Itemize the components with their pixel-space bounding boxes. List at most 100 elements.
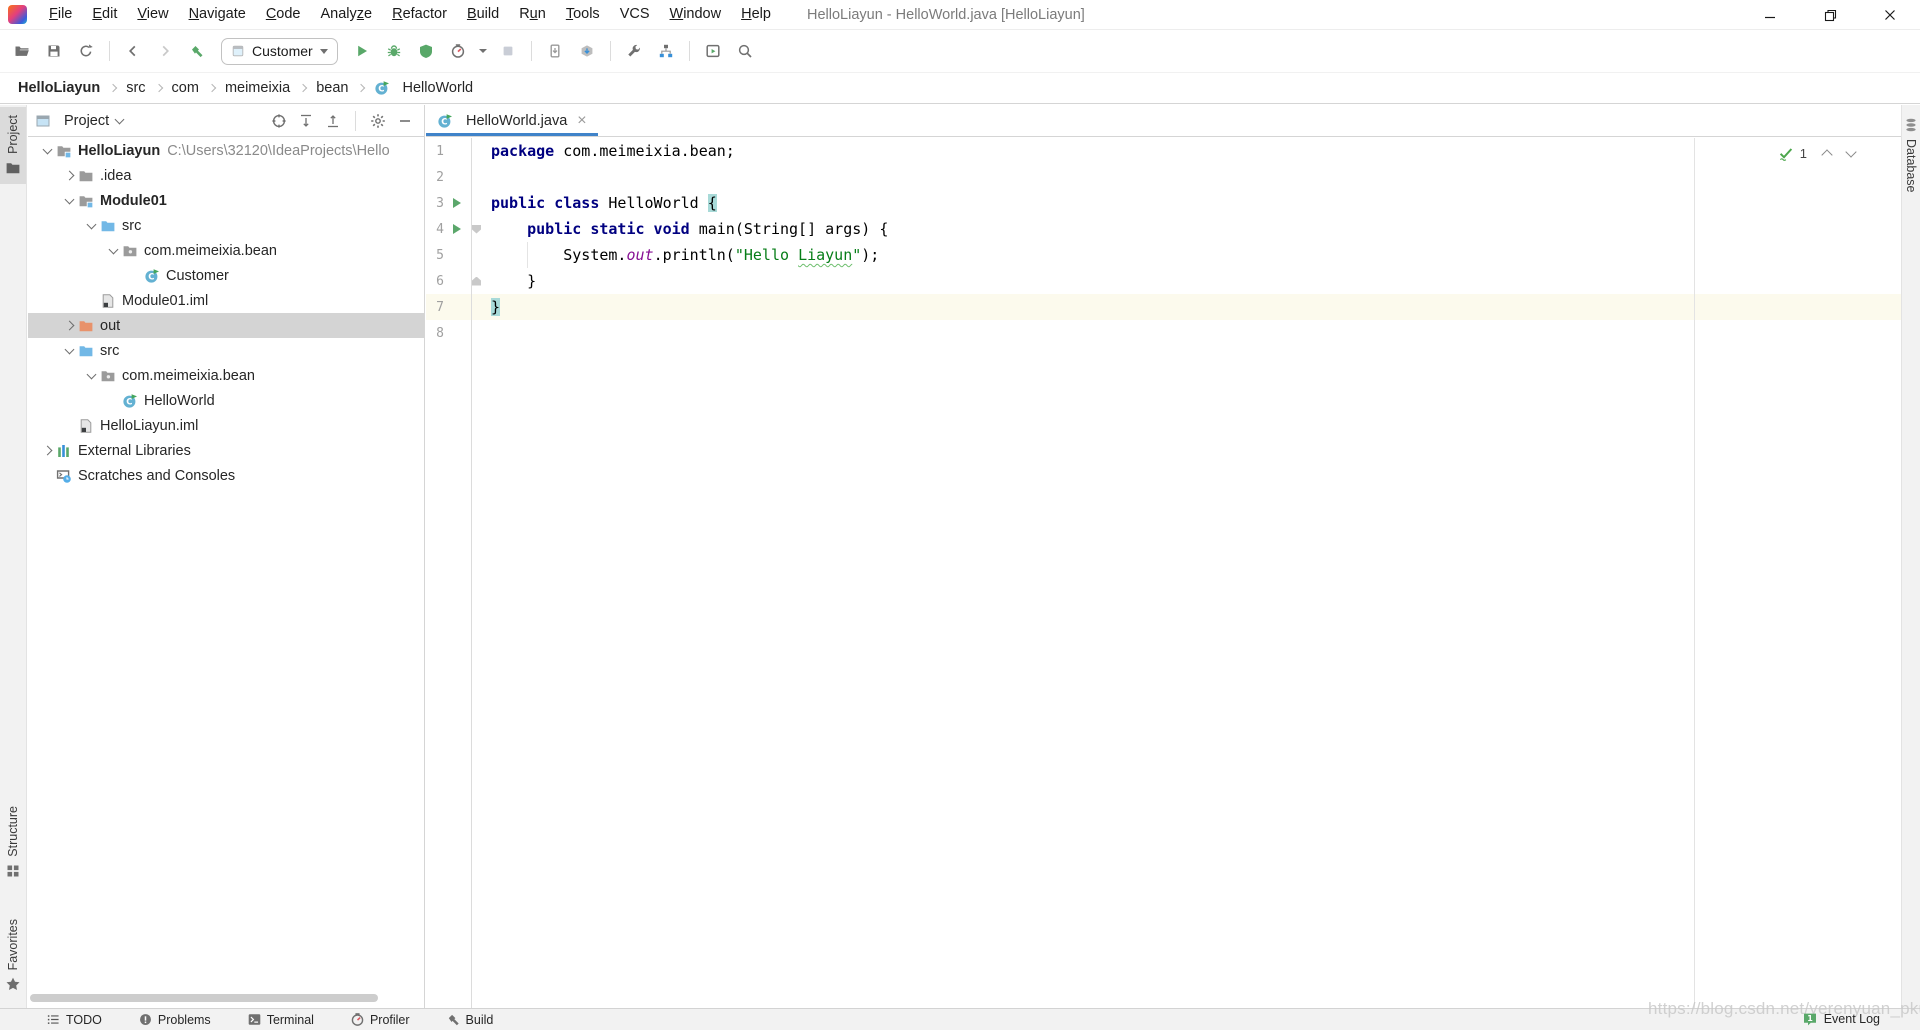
breadcrumb-item-helloworld[interactable]: CHelloWorld — [374, 80, 473, 96]
menu-item-view[interactable]: View — [127, 0, 178, 29]
chevron-down-icon[interactable] — [104, 242, 122, 260]
tool-window-button-database[interactable]: Database — [1902, 109, 1920, 201]
menu-item-window[interactable]: Window — [660, 0, 732, 29]
chevron-down-icon[interactable] — [82, 367, 100, 385]
tree-item-com-meimeixia-bean[interactable]: com.meimeixia.bean — [28, 363, 424, 388]
tree-item-module01[interactable]: Module01 — [28, 188, 424, 213]
editor-area[interactable]: C HelloWorld.java × 1package com.meimeix… — [426, 105, 1901, 1008]
profiler-icon[interactable] — [444, 37, 472, 65]
statusbar-item-todo[interactable]: TODO — [46, 1012, 102, 1027]
project-structure-icon[interactable] — [652, 37, 680, 65]
inspection-widget[interactable]: 1 — [1778, 145, 1855, 161]
minimize-button[interactable] — [1740, 0, 1800, 30]
wrench-icon[interactable] — [620, 37, 648, 65]
menu-item-file[interactable]: File — [39, 0, 82, 29]
breadcrumb-item-meimeixia[interactable]: meimeixia — [225, 80, 290, 96]
run-configuration-select[interactable]: Customer — [221, 38, 338, 65]
project-view-selector[interactable]: Project — [35, 113, 123, 129]
breadcrumb-item-src[interactable]: src — [126, 80, 145, 96]
statusbar-item-problems[interactable]: Problems — [138, 1012, 211, 1027]
tree-item-external-libraries[interactable]: External Libraries — [28, 438, 424, 463]
close-button[interactable] — [1860, 0, 1920, 30]
statusbar-item-profiler[interactable]: Profiler — [350, 1012, 410, 1027]
stop-icon[interactable] — [494, 37, 522, 65]
code-line-7[interactable]: 7} — [426, 294, 1901, 320]
tree-item-src[interactable]: src — [28, 213, 424, 238]
menu-item-navigate[interactable]: Navigate — [179, 0, 256, 29]
chevron-down-icon[interactable] — [60, 192, 78, 210]
code-line-5[interactable]: 5 System.out.println("Hello Liayun"); — [426, 242, 1901, 268]
attach-process-icon[interactable] — [541, 37, 569, 65]
horizontal-scrollbar[interactable] — [30, 994, 378, 1002]
tree-item-helloliayun[interactable]: HelloLiayunC:\Users\32120\IdeaProjects\H… — [28, 138, 424, 163]
tool-window-button-project[interactable]: Project — [0, 107, 26, 184]
chevron-right-icon[interactable] — [60, 317, 78, 335]
statusbar-item-build[interactable]: Build — [446, 1012, 494, 1027]
menu-item-edit[interactable]: Edit — [82, 0, 127, 29]
sync-icon[interactable] — [72, 37, 100, 65]
code-line-6[interactable]: 6 } — [426, 268, 1901, 294]
menu-item-help[interactable]: Help — [731, 0, 781, 29]
code-line-8[interactable]: 8 — [426, 320, 1901, 346]
update-icon[interactable] — [573, 37, 601, 65]
menu-item-run[interactable]: Run — [509, 0, 556, 29]
chevron-down-icon[interactable] — [1845, 146, 1856, 157]
statusbar-item-terminal[interactable]: Terminal — [247, 1012, 314, 1027]
open-file-icon[interactable] — [8, 37, 36, 65]
menu-item-build[interactable]: Build — [457, 0, 509, 29]
code-line-2[interactable]: 2 — [426, 164, 1901, 190]
chevron-down-icon[interactable] — [82, 217, 100, 235]
menu-item-refactor[interactable]: Refactor — [382, 0, 457, 29]
console-icon[interactable] — [699, 37, 727, 65]
tree-item-out[interactable]: out — [28, 313, 424, 338]
breadcrumb-item-helloliayun[interactable]: HelloLiayun — [18, 80, 100, 96]
code-editor[interactable]: 1package com.meimeixia.bean;23public cla… — [426, 138, 1901, 1008]
debug-icon[interactable] — [380, 37, 408, 65]
tree-item-helloworld[interactable]: CHelloWorld — [28, 388, 424, 413]
menu-item-tools[interactable]: Tools — [556, 0, 610, 29]
class-icon: C — [122, 393, 138, 409]
breadcrumb-item-com[interactable]: com — [172, 80, 199, 96]
hammer-icon[interactable] — [183, 37, 211, 65]
coverage-icon[interactable] — [412, 37, 440, 65]
settings-icon[interactable] — [366, 109, 390, 133]
tool-window-button-favorites[interactable]: Favorites — [0, 911, 26, 1000]
tree-item-module01-iml[interactable]: Module01.iml — [28, 288, 424, 313]
chevron-down-icon[interactable] — [38, 142, 56, 160]
run-line-icon[interactable] — [446, 224, 468, 234]
collapse-all-icon[interactable] — [321, 109, 345, 133]
tree-item-scratches-and-consoles[interactable]: Scratches and Consoles — [28, 463, 424, 488]
tool-window-button-structure[interactable]: Structure — [0, 798, 26, 887]
event-log-button[interactable]: 1 Event Log — [1802, 1011, 1880, 1027]
tree-item-customer[interactable]: CCustomer — [28, 263, 424, 288]
chevron-up-icon[interactable] — [1821, 149, 1832, 160]
restore-button[interactable] — [1800, 0, 1860, 30]
code-line-1[interactable]: 1package com.meimeixia.bean; — [426, 138, 1901, 164]
hide-icon[interactable] — [393, 109, 417, 133]
back-icon[interactable] — [119, 37, 147, 65]
tree-item-src[interactable]: src — [28, 338, 424, 363]
chevron-down-icon[interactable] — [60, 342, 78, 360]
close-tab-icon[interactable]: × — [577, 113, 586, 129]
editor-tab-helloworld[interactable]: C HelloWorld.java × — [426, 105, 598, 136]
menu-item-vcs[interactable]: VCS — [610, 0, 660, 29]
search-everywhere-icon[interactable] — [731, 37, 759, 65]
save-all-icon[interactable] — [40, 37, 68, 65]
code-line-4[interactable]: 4 public static void main(String[] args)… — [426, 216, 1901, 242]
tree-item-label: Customer — [166, 268, 229, 284]
chevron-right-icon[interactable] — [60, 167, 78, 185]
locate-icon[interactable] — [267, 109, 291, 133]
breadcrumb-item-bean[interactable]: bean — [316, 80, 348, 96]
profiler-options-caret-icon[interactable] — [476, 37, 490, 65]
expand-all-icon[interactable] — [294, 109, 318, 133]
tree-item-com-meimeixia-bean[interactable]: com.meimeixia.bean — [28, 238, 424, 263]
tree-item--idea[interactable]: .idea — [28, 163, 424, 188]
menu-item-analyze[interactable]: Analyze — [311, 0, 383, 29]
code-line-3[interactable]: 3public class HelloWorld { — [426, 190, 1901, 216]
chevron-right-icon[interactable] — [38, 442, 56, 460]
tree-item-helloliayun-iml[interactable]: HelloLiayun.iml — [28, 413, 424, 438]
menu-item-code[interactable]: Code — [256, 0, 311, 29]
forward-icon[interactable] — [151, 37, 179, 65]
run-line-icon[interactable] — [446, 198, 468, 208]
run-icon[interactable] — [348, 37, 376, 65]
